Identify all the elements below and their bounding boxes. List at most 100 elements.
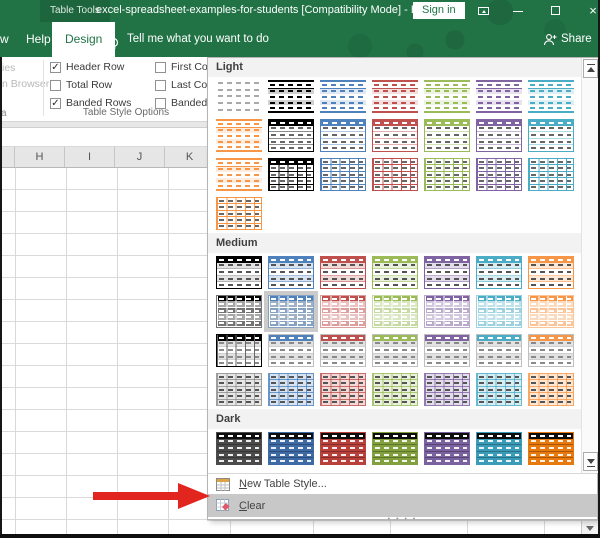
table-style-mtint-orange[interactable] [528, 373, 574, 406]
table-style-grid-blue[interactable] [320, 158, 366, 191]
table-style-banded-teal[interactable] [528, 80, 574, 113]
column-header-i[interactable]: I [65, 147, 115, 167]
table-style-outline-blue[interactable] [320, 119, 366, 152]
table-style-plain-gray[interactable] [216, 80, 262, 113]
table-style-grid-purple[interactable] [476, 158, 522, 191]
unchecked-checkbox-icon[interactable] [155, 61, 166, 73]
close-button[interactable]: × [578, 0, 600, 22]
table-style-outline-purple[interactable] [476, 119, 522, 152]
share-button[interactable]: Share [543, 22, 592, 57]
gallery-row [208, 429, 581, 468]
table-style-mfull-red[interactable] [320, 295, 366, 328]
table-style-mtint-green[interactable] [372, 373, 418, 406]
table-style-mheader-red[interactable] [320, 256, 366, 289]
clear-item[interactable]: Clear [208, 494, 597, 517]
menu-label: Clear [239, 499, 266, 512]
option-total-row[interactable]: Total Row [50, 76, 155, 94]
table-style-mgray-red[interactable] [320, 334, 366, 367]
table-style-mgray-purple[interactable] [424, 334, 470, 367]
maximize-button[interactable] [541, 0, 571, 22]
unchecked-checkbox-icon[interactable] [50, 79, 61, 91]
gallery-scrollbar[interactable] [581, 58, 598, 473]
table-style-mgray-blue[interactable] [268, 334, 314, 367]
table-style-dark-darkgray[interactable] [216, 432, 262, 465]
table-style-mfull-orange[interactable] [528, 295, 574, 328]
window-edge-bottom [0, 534, 600, 538]
gallery-section-medium: Medium [208, 233, 581, 253]
table-style-grid-black[interactable] [268, 158, 314, 191]
minimize-button[interactable] [503, 0, 533, 22]
column-header-partial[interactable] [0, 147, 15, 167]
table-style-grid-green[interactable] [424, 158, 470, 191]
checked-checkbox-icon[interactable]: ✓ [50, 61, 61, 73]
table-style-mtint-red[interactable] [320, 373, 366, 406]
table-styles-gallery: Light Medium Dark New Table Style... Cle… [207, 57, 598, 523]
gallery-row [208, 77, 581, 116]
tab-partial[interactable]: w [0, 22, 13, 57]
gallery-row [208, 155, 581, 194]
table-style-banded-purple[interactable] [476, 80, 522, 113]
table-style-banded-black[interactable] [268, 80, 314, 113]
table-style-mtint-teal[interactable] [476, 373, 522, 406]
table-style-grid-orange[interactable] [216, 197, 262, 230]
table-style-mheader-purple[interactable] [424, 256, 470, 289]
table-style-mfull-purple[interactable] [424, 295, 470, 328]
table-style-mfull-teal[interactable] [476, 295, 522, 328]
table-style-grid-red[interactable] [372, 158, 418, 191]
table-style-outline-teal[interactable] [528, 119, 574, 152]
table-style-outline-red[interactable] [372, 119, 418, 152]
sign-in-button[interactable]: Sign in [413, 2, 465, 19]
unchecked-checkbox-icon[interactable] [155, 79, 166, 91]
table-style-banded-red[interactable] [372, 80, 418, 113]
table-style-mgray-green[interactable] [372, 334, 418, 367]
table-style-mheader-orange[interactable] [528, 256, 574, 289]
table-style-mheader-blue[interactable] [268, 256, 314, 289]
ribbon-group-separator [43, 60, 44, 116]
table-style-outline-green[interactable] [424, 119, 470, 152]
tell-me-label: Tell me what you want to do [127, 33, 269, 45]
table-style-dark-darkblue[interactable] [268, 432, 314, 465]
gallery-resize-grip[interactable]: • • • • [208, 516, 597, 524]
table-style-banded-orange[interactable] [216, 119, 262, 152]
gallery-scroll-up-button[interactable] [583, 59, 598, 78]
excel-window: Table Tools excel-spreadsheet-examples-f… [0, 0, 600, 538]
table-style-dark-darkorange[interactable] [528, 432, 574, 465]
table-style-mgray-black[interactable] [216, 334, 262, 367]
table-style-dark-darkgreen[interactable] [372, 432, 418, 465]
table-style-grid-teal[interactable] [528, 158, 574, 191]
table-style-banded-blue[interactable] [320, 80, 366, 113]
table-style-dark-darkteal[interactable] [476, 432, 522, 465]
table-style-dark-darkpurple[interactable] [424, 432, 470, 465]
tell-me-box[interactable]: Tell me what you want to do [105, 22, 269, 57]
table-style-mtint-purple[interactable] [424, 373, 470, 406]
gallery-scroll-down-button[interactable] [583, 452, 598, 471]
table-style-banded-green[interactable] [424, 80, 470, 113]
table-style-mfull-black[interactable] [216, 295, 262, 328]
gallery-section-light: Light [208, 58, 581, 77]
new-table-style-item[interactable]: New Table Style... [208, 474, 597, 494]
window-title: excel-spreadsheet-examples-for-students … [96, 4, 433, 16]
table-style-mfull-blue[interactable] [268, 295, 314, 328]
option-header-row[interactable]: ✓ Header Row [50, 58, 155, 76]
title-bar: Table Tools excel-spreadsheet-examples-f… [0, 0, 600, 57]
table-style-mheader-teal[interactable] [476, 256, 522, 289]
ribbon-partial-item-properties[interactable]: ies [2, 62, 15, 74]
new-table-style-icon [216, 477, 230, 491]
table-style-mgray-teal[interactable] [476, 334, 522, 367]
table-style-banded-orange[interactable] [216, 158, 262, 191]
gallery-row [208, 292, 581, 331]
table-style-mheader-green[interactable] [372, 256, 418, 289]
column-header-j[interactable]: J [115, 147, 165, 167]
table-style-mgray-orange[interactable] [528, 334, 574, 367]
table-style-mtint-blue[interactable] [268, 373, 314, 406]
gallery-row [208, 370, 581, 409]
table-style-mtint-black[interactable] [216, 373, 262, 406]
ribbon-display-options-button[interactable] [468, 0, 498, 22]
share-person-icon [543, 34, 557, 46]
gallery-menu: New Table Style... Clear • • • • [208, 473, 597, 524]
table-style-outline-black[interactable] [268, 119, 314, 152]
table-style-mheader-black[interactable] [216, 256, 262, 289]
table-style-dark-darkred[interactable] [320, 432, 366, 465]
column-header-h[interactable]: H [15, 147, 65, 167]
table-style-mfull-green[interactable] [372, 295, 418, 328]
